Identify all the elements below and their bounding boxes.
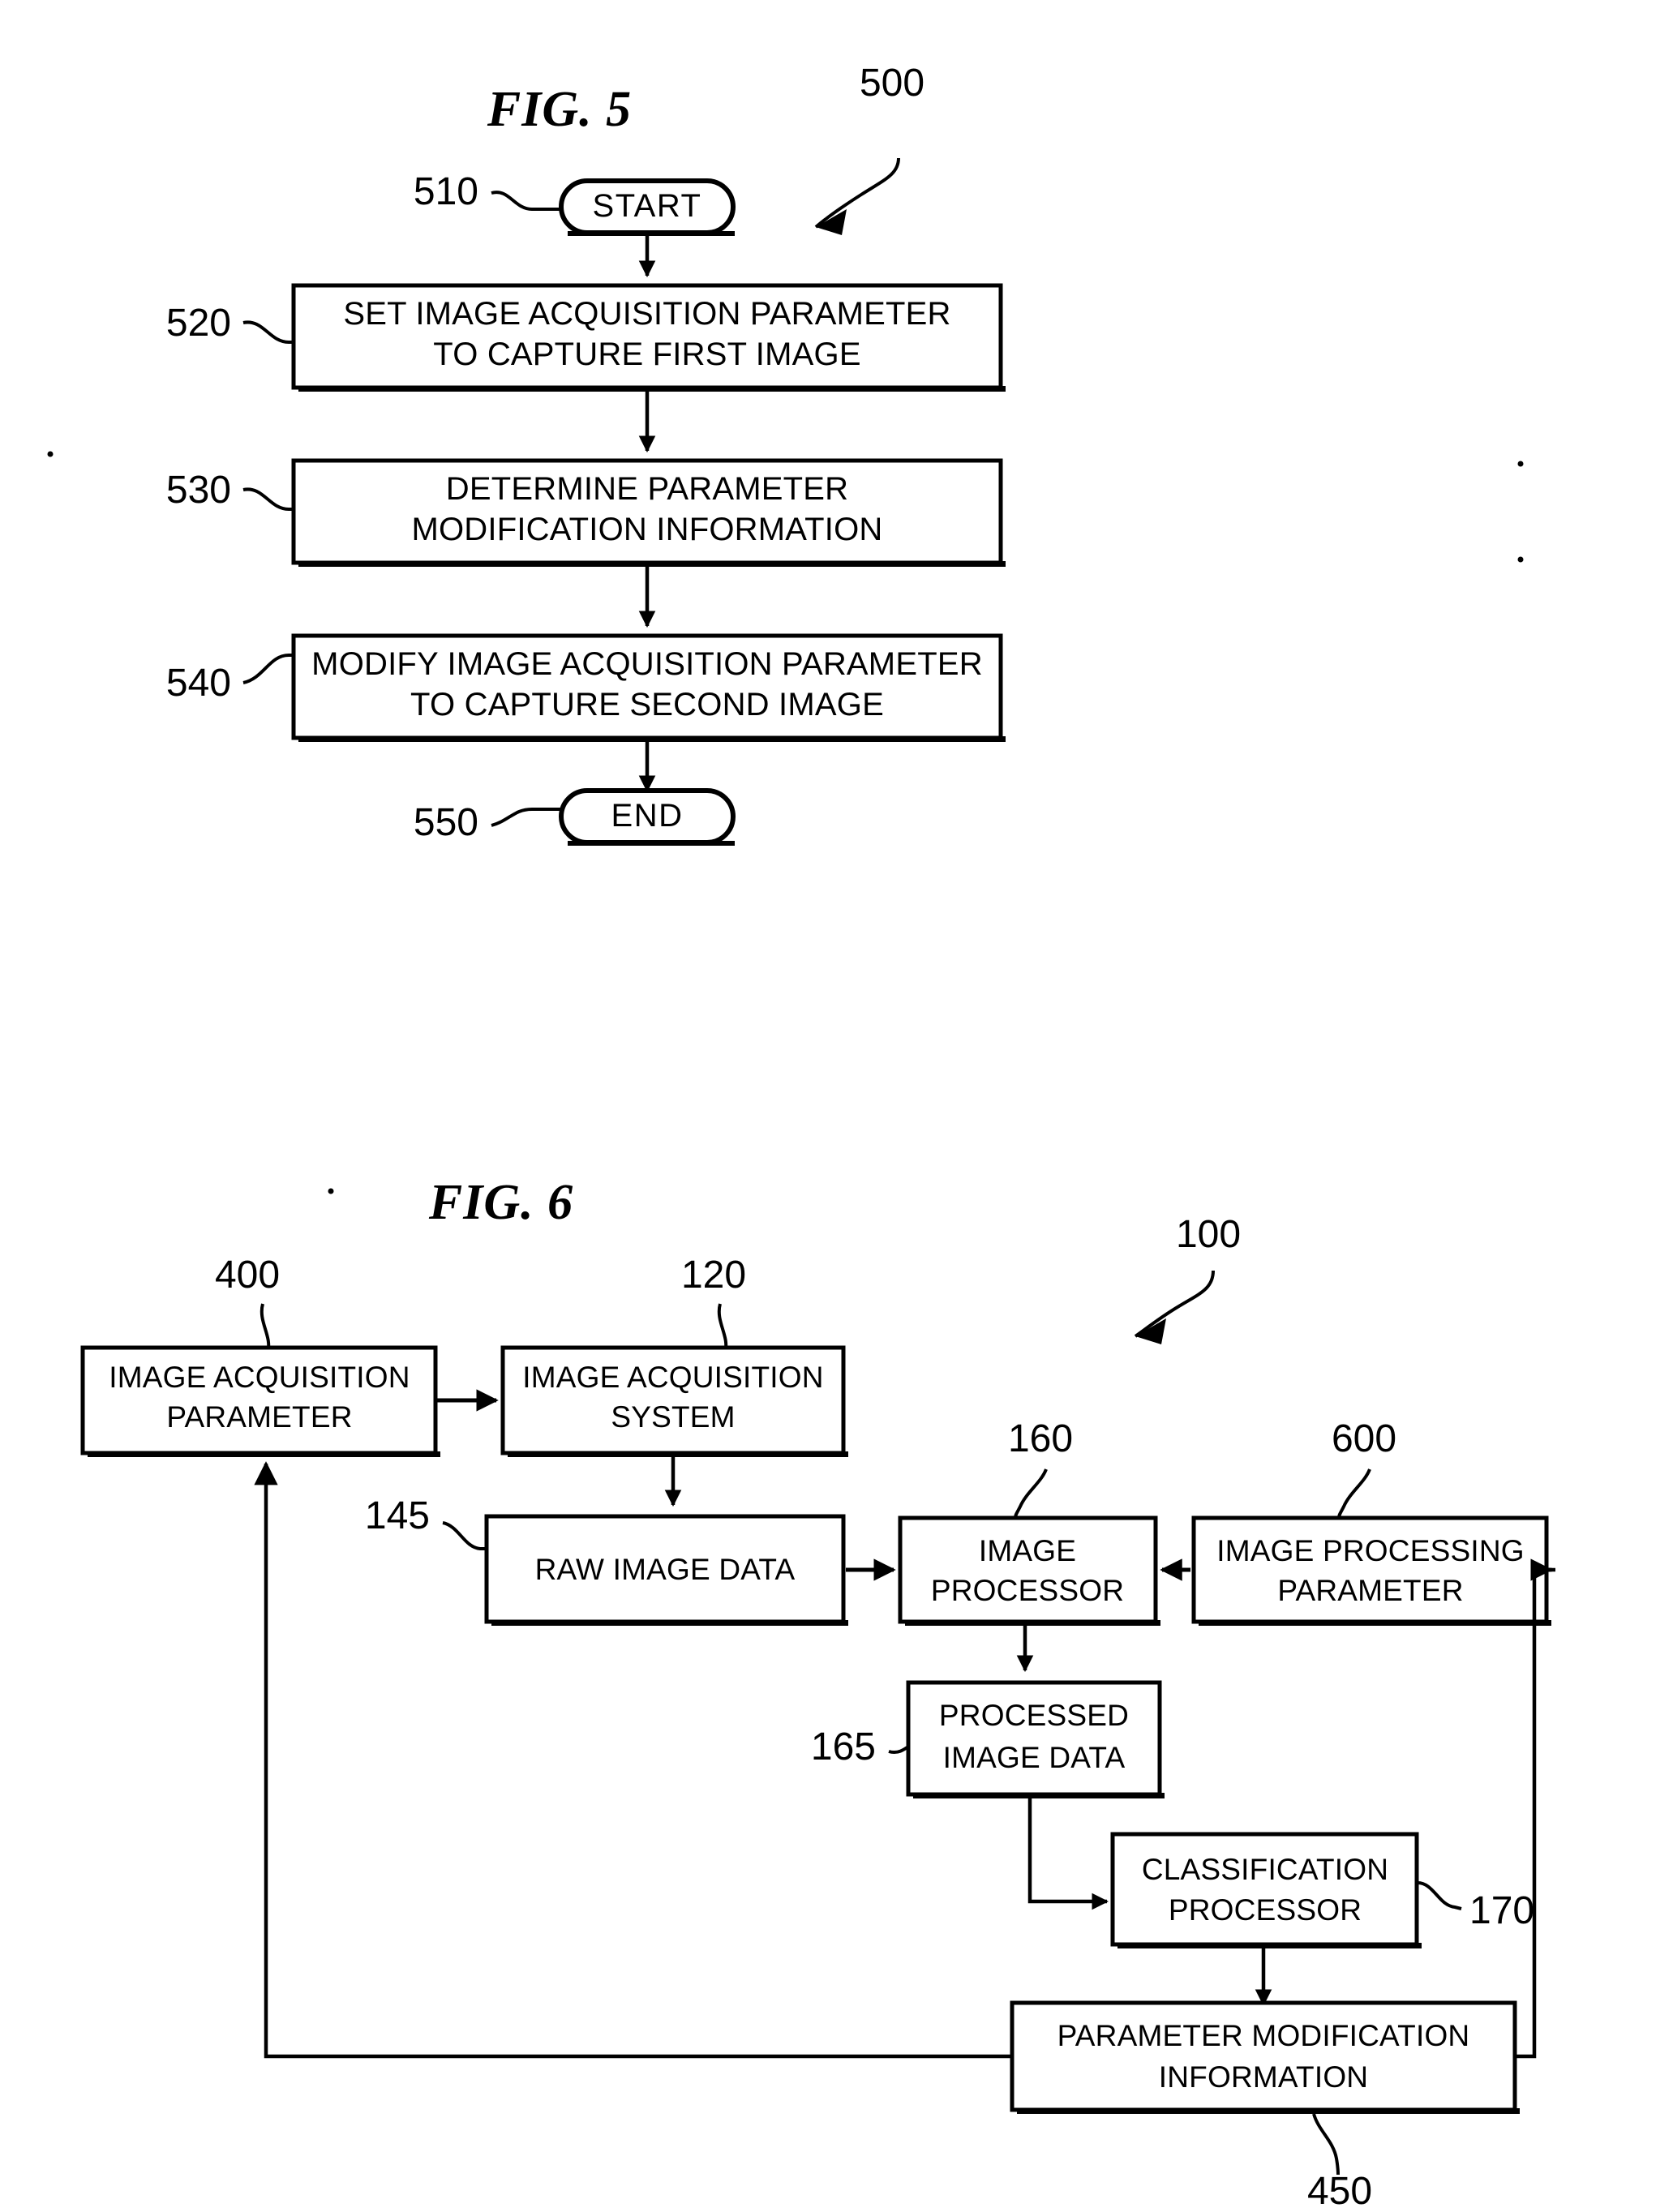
figure-6-region <box>49 1151 1638 2197</box>
figure-5-region <box>49 49 1103 876</box>
patent-drawing-sheet: FIG. 5 500 510 START 520 SET IMAGE ACQUI… <box>0 0 1673 2212</box>
scan-speck-right-lower <box>1517 556 1524 563</box>
scan-speck-right-upper <box>1517 461 1524 467</box>
